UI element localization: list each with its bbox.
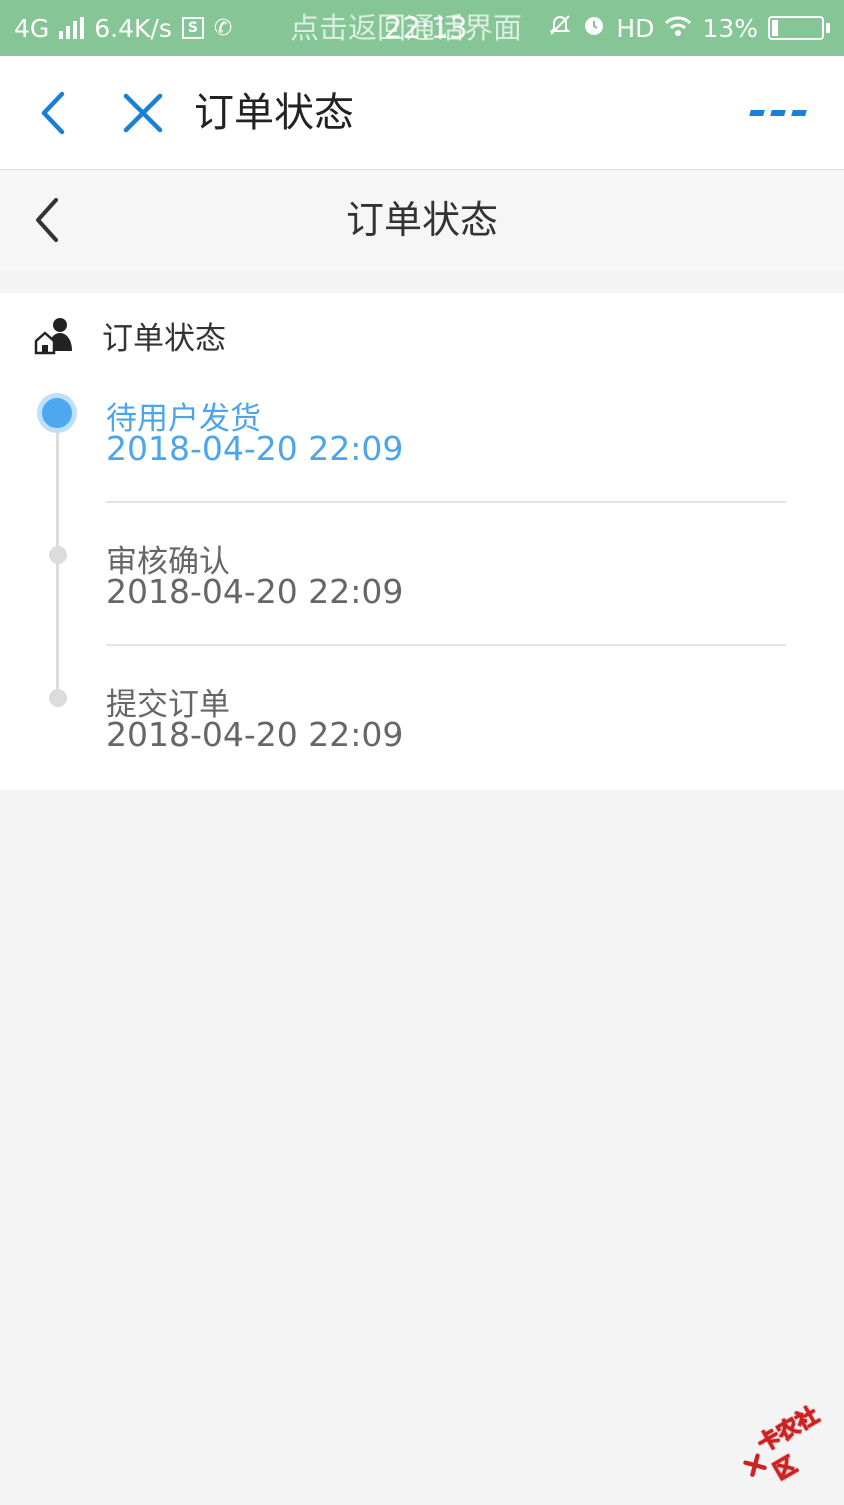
battery-fill: [772, 20, 779, 36]
status-time: 22:13: [384, 11, 468, 45]
section-header: 订单状态: [34, 315, 226, 357]
status-left: 4G 6.4K/s S ✆: [14, 14, 232, 43]
mute-icon: [548, 13, 572, 43]
status-bar: 4G 6.4K/s S ✆ 点击返回通话界面 22:13 HD 13%: [0, 0, 844, 56]
order-status-card: 订单状态 待用户发货 2018-04-20 22:09 审核确认 2018-04…: [0, 293, 844, 790]
step-time: 2018-04-20 22:09: [106, 572, 404, 611]
alarm-icon: [582, 13, 606, 43]
app-header: 订单状态: [0, 56, 844, 170]
chevron-left-icon[interactable]: [30, 86, 80, 140]
app-title: 订单状态: [194, 90, 354, 136]
phone-icon: ✆: [213, 15, 233, 41]
step-time: 2018-04-20 22:09: [106, 429, 404, 468]
step-dot: [49, 546, 67, 564]
section-title: 订单状态: [102, 320, 226, 357]
hd-label: HD: [616, 13, 655, 43]
signal-icon: [59, 17, 85, 39]
active-step-dot: [37, 393, 77, 433]
battery-percent: 13%: [702, 13, 758, 43]
divider: [106, 501, 786, 503]
close-icon[interactable]: [118, 88, 168, 138]
step-dot: [49, 689, 67, 707]
s-app-icon: S: [181, 17, 204, 39]
divider: [106, 644, 786, 646]
page-header: 订单状态: [0, 170, 844, 270]
status-right: HD 13%: [548, 13, 830, 43]
battery-icon: [768, 16, 830, 40]
wifi-icon: [664, 14, 692, 43]
step-time: 2018-04-20 22:09: [106, 715, 404, 754]
network-type: 4G: [14, 13, 50, 43]
page-title: 订单状态: [345, 198, 498, 242]
back-arrow-icon[interactable]: [26, 194, 70, 246]
watermark: 卡农社区: [727, 1385, 844, 1504]
home-user-icon: [34, 318, 72, 355]
network-speed: 6.4K/s: [94, 13, 172, 43]
more-icon[interactable]: [748, 98, 812, 128]
